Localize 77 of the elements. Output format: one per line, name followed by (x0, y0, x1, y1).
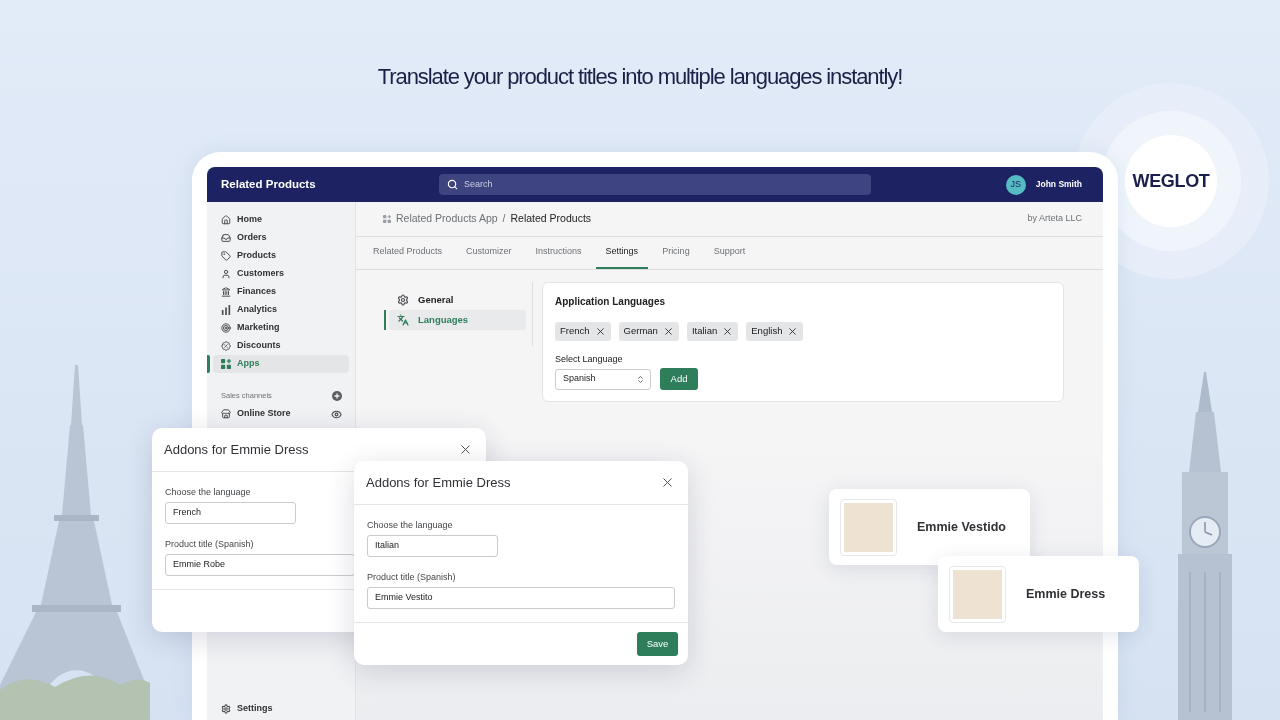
card-title: Application Languages (555, 296, 665, 308)
field-label: Product title (Spanish) (367, 572, 456, 582)
tab[interactable]: Customizer (456, 237, 522, 269)
plus-circle-icon[interactable] (332, 391, 342, 401)
tag-icon (221, 251, 231, 261)
percent-badge-icon (221, 341, 231, 351)
field-label: Choose the language (165, 487, 251, 497)
vendor-label: by Arteta LLC (1027, 212, 1082, 226)
grid-icon (221, 359, 231, 369)
close-icon[interactable] (594, 326, 606, 337)
breadcrumb-separator: / (502, 211, 506, 227)
breadcrumb-current: Related Products (510, 211, 592, 227)
add-button[interactable]: Add (660, 368, 698, 390)
home-icon (221, 215, 231, 225)
product-name: Emmie Dress (1026, 585, 1106, 603)
tab[interactable]: Settings (595, 237, 649, 269)
search-field[interactable]: Search (439, 174, 871, 195)
chevrons-icon (636, 374, 645, 384)
save-button[interactable]: Save (637, 632, 678, 656)
sidebar-item[interactable]: Analytics (213, 301, 349, 319)
close-icon[interactable] (662, 326, 674, 337)
close-icon[interactable] (722, 326, 734, 337)
field-label: Product title (Spanish) (165, 539, 254, 549)
person-icon (221, 269, 231, 279)
user-name: John Smith (1035, 178, 1082, 191)
input-field[interactable]: Emmie Vestito (367, 587, 675, 609)
settings-nav-item[interactable]: Languages (389, 310, 526, 330)
close-icon (458, 442, 473, 457)
tab[interactable]: Support (703, 237, 756, 269)
sidebar-item[interactable]: Customers (213, 265, 349, 283)
target-icon (221, 323, 231, 333)
sidebar-item[interactable]: Online Store (237, 407, 325, 421)
tag-label: French (560, 324, 590, 339)
app-title: Related Products (221, 176, 317, 192)
tab[interactable]: Related Products (363, 237, 453, 269)
input-field[interactable]: French (165, 502, 296, 524)
bar-chart-icon (221, 305, 231, 315)
tag-label: English (751, 324, 783, 339)
field-label: Select Language (555, 354, 623, 364)
photo-placeholder (950, 566, 1005, 622)
sidebar-item[interactable]: Discounts (213, 337, 349, 355)
app-grid-icon (383, 215, 391, 223)
sidebar-item[interactable]: Home (213, 211, 349, 229)
user-avatar[interactable]: JS (1005, 174, 1026, 195)
headline: Translate your product titles into multiple languages instantly! (376, 63, 904, 91)
sidebar-item[interactable]: Marketing (213, 319, 349, 337)
language-select[interactable]: Spanish (555, 368, 651, 390)
field-label: Choose the language (367, 520, 453, 530)
input-field[interactable]: Italian (367, 535, 498, 557)
inbox-icon (221, 233, 231, 243)
close-icon (660, 475, 675, 490)
settings-icon (221, 704, 231, 714)
product-name: Emmie Vestido (917, 518, 1006, 536)
sidebar-item[interactable]: Products (213, 247, 349, 265)
breadcrumb-link[interactable]: Related Products App (396, 211, 498, 227)
sidebar-item[interactable]: Settings (213, 700, 349, 718)
sidebar-item[interactable]: Orders (213, 229, 349, 247)
bank-icon (221, 287, 231, 297)
photo-placeholder (841, 499, 896, 555)
dialog-title: Addons for Emmie Dress (164, 440, 309, 459)
eye-icon[interactable] (331, 408, 342, 420)
tag-label: Italian (691, 324, 718, 339)
tab[interactable]: Instructions (525, 237, 592, 269)
store-icon (221, 409, 231, 419)
close-icon[interactable] (787, 326, 799, 337)
search-icon (447, 179, 458, 190)
settings-icon (397, 294, 409, 306)
translate-icon (397, 314, 409, 326)
sidebar-item[interactable]: Finances (213, 283, 349, 301)
tab[interactable]: Pricing (652, 237, 700, 269)
dialog-title: Addons for Emmie Dress (366, 473, 511, 492)
sidebar-item[interactable]: Apps (213, 355, 349, 373)
active-indicator (207, 355, 210, 373)
active-indicator (384, 310, 386, 330)
input-field[interactable]: Emmie Robe (165, 554, 355, 576)
tag-label: German (623, 324, 658, 339)
settings-nav-item[interactable]: General (389, 290, 526, 310)
